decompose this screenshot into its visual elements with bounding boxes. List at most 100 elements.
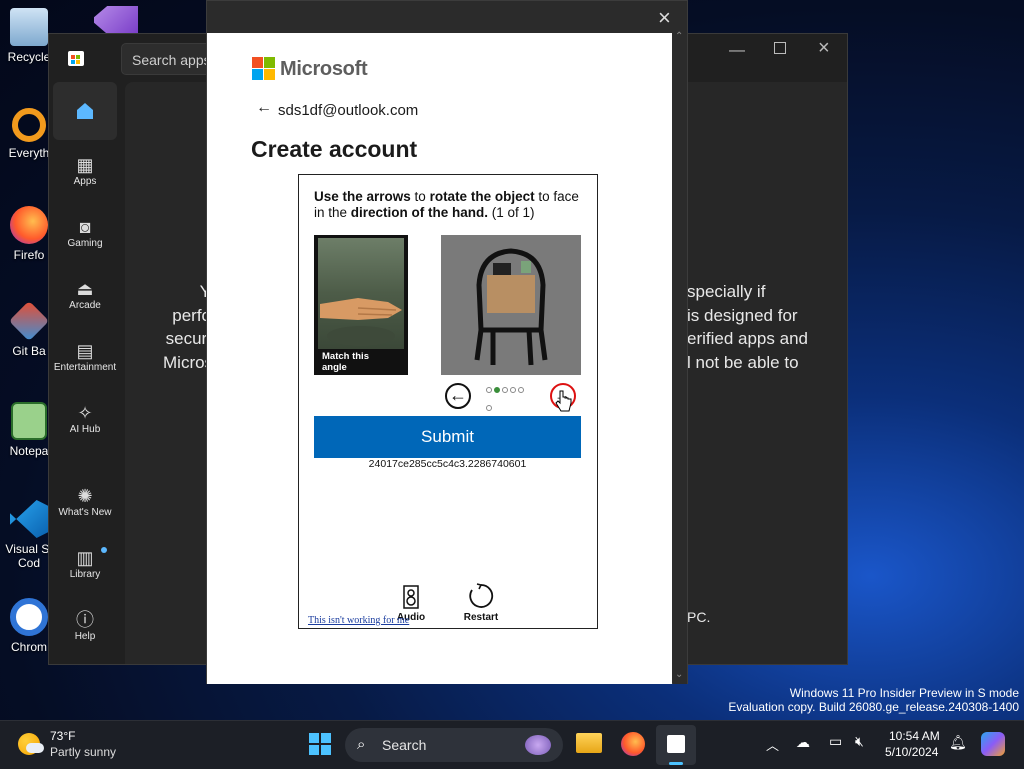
home-icon bbox=[77, 103, 93, 119]
bg-text-pc: PC. bbox=[687, 609, 711, 625]
submit-button[interactable]: Submit bbox=[314, 416, 581, 458]
search-icon: ⌕ bbox=[357, 736, 366, 753]
close-button[interactable]: × bbox=[818, 37, 830, 60]
mouse-cursor-icon bbox=[555, 390, 572, 412]
everything-icon bbox=[12, 108, 46, 142]
restart-icon bbox=[469, 583, 494, 608]
store-app-icon bbox=[68, 51, 84, 66]
store-taskbar-icon bbox=[667, 735, 685, 753]
sidebar-item-label: Help bbox=[74, 631, 96, 642]
visual-studio-icon bbox=[94, 6, 138, 34]
sidebar-item-home[interactable] bbox=[53, 82, 117, 140]
bg-text-left: Y perfo securi Micros bbox=[163, 282, 214, 372]
reference-label: Match this angle bbox=[322, 351, 369, 373]
position-dot bbox=[486, 387, 492, 393]
evaluation-watermark: Windows 11 Pro Insider Preview in S mode… bbox=[728, 686, 1019, 714]
store-taskbar-button[interactable] bbox=[656, 725, 696, 765]
desktop-icon-label: Chrom bbox=[10, 640, 47, 654]
microsoft-logo-icon bbox=[252, 57, 275, 80]
desktop-icon-label: Firefo bbox=[13, 248, 45, 262]
sidebar-item-help[interactable]: ⓘ Help bbox=[53, 609, 117, 642]
sidebar-item-arcade[interactable]: ⏏ Arcade bbox=[53, 278, 117, 311]
session-id: 24017ce285cc5c4c3.2286740601 bbox=[368, 458, 527, 470]
scroll-down-arrow[interactable]: ⌄ bbox=[675, 669, 683, 680]
apps-icon: ▦ bbox=[76, 155, 94, 175]
position-dot bbox=[486, 405, 492, 411]
restart-label: Restart bbox=[463, 612, 499, 623]
rotate-left-button[interactable]: ← bbox=[445, 383, 471, 409]
firefox-desktop-icon bbox=[10, 206, 48, 244]
dialog-close-button[interactable]: × bbox=[658, 5, 671, 31]
rotatable-object-image bbox=[441, 235, 581, 375]
scroll-up-arrow[interactable]: ⌃ bbox=[675, 31, 683, 42]
minimize-button[interactable]: — bbox=[729, 42, 745, 60]
tray-chevron-icon[interactable]: ︿ bbox=[766, 735, 779, 754]
weather-desc: Partly sunny bbox=[50, 745, 117, 759]
position-dot bbox=[510, 387, 516, 393]
search-label: Search bbox=[382, 737, 427, 753]
start-button[interactable] bbox=[309, 733, 331, 755]
dialog-scrollbar[interactable]: ⌃ ⌄ bbox=[673, 31, 687, 684]
desktop-icon-label: Recycle bbox=[7, 50, 51, 64]
notification-bell-icon[interactable]: 🔔︎ bbox=[949, 734, 967, 751]
account-email: sds1df@outlook.com bbox=[278, 102, 419, 119]
desktop-icon-label: Notepa bbox=[9, 444, 49, 458]
position-dot bbox=[502, 387, 508, 393]
sidebar-item-whats-new[interactable]: ✺ What's New bbox=[53, 485, 117, 518]
sidebar-item-label: Apps bbox=[73, 176, 97, 187]
desktop-icon-label: Git Ba bbox=[12, 344, 46, 358]
notepad-icon bbox=[11, 402, 47, 440]
position-dot bbox=[494, 387, 500, 393]
joystick-icon: ⏏ bbox=[76, 279, 94, 299]
sidebar-item-label: Library bbox=[69, 569, 101, 580]
captcha-panel: Use the arrows to rotate the object to f… bbox=[298, 174, 598, 629]
network-icon[interactable]: ▭ bbox=[829, 733, 842, 750]
bg-text-right: specially if is designed for erified app… bbox=[687, 282, 808, 372]
sidebar-item-label: AI Hub bbox=[69, 424, 101, 435]
desktop-icon-vs[interactable] bbox=[94, 6, 140, 34]
chrome-icon bbox=[10, 598, 48, 636]
sidebar-item-gaming[interactable]: ◙ Gaming bbox=[53, 216, 117, 249]
weather-temp: 73°F bbox=[50, 729, 76, 743]
sidebar-item-entertainment[interactable]: ▤ Entertainment bbox=[53, 340, 117, 373]
hand-icon bbox=[320, 298, 402, 346]
sidebar-item-label: What's New bbox=[58, 507, 112, 518]
taskbar-search[interactable]: ⌕ Search bbox=[345, 728, 563, 762]
position-dot bbox=[518, 387, 524, 393]
captcha-instructions: Use the arrows to rotate the object to f… bbox=[314, 189, 579, 220]
speaker-icon bbox=[403, 585, 419, 609]
recycle-bin-icon bbox=[10, 8, 48, 46]
sidebar-item-library[interactable]: ▥ Library bbox=[53, 547, 117, 580]
sidebar-item-apps[interactable]: ▦ Apps bbox=[53, 154, 117, 187]
vscode-icon bbox=[10, 500, 48, 538]
help-icon: ⓘ bbox=[76, 610, 94, 630]
windows-logo-icon bbox=[309, 733, 331, 755]
sidebar-item-ai-hub[interactable]: ✧ AI Hub bbox=[53, 402, 117, 435]
clock-date[interactable]: 5/10/2024 bbox=[885, 745, 938, 759]
back-arrow-icon[interactable]: ← bbox=[256, 99, 272, 117]
copilot-icon[interactable] bbox=[981, 732, 1005, 756]
chair-icon bbox=[474, 248, 548, 366]
sparkle-icon: ✧ bbox=[77, 403, 93, 423]
not-working-link[interactable]: This isn't working for me bbox=[308, 615, 409, 626]
clock-time[interactable]: 10:54 AM bbox=[889, 729, 940, 743]
desktop-icon-label: Visual St Cod bbox=[5, 542, 53, 570]
gamepad-icon: ◙ bbox=[79, 217, 91, 237]
onedrive-icon[interactable]: ☁ bbox=[796, 734, 810, 751]
cloud-icon bbox=[26, 743, 44, 753]
restart-button[interactable]: Restart bbox=[459, 583, 503, 623]
firefox-taskbar-icon[interactable] bbox=[621, 732, 645, 756]
file-explorer-icon[interactable] bbox=[576, 733, 602, 753]
taskbar: 73°F Partly sunny ⌕ Search ︿ ☁ ▭ 🔇︎ 10:5… bbox=[0, 720, 1024, 769]
git-bash-icon bbox=[8, 300, 50, 342]
notification-dot bbox=[101, 547, 107, 553]
sidebar-item-label: Entertainment bbox=[53, 362, 117, 373]
volume-icon[interactable]: 🔇︎ bbox=[855, 733, 864, 750]
store-search-placeholder: Search apps, bbox=[132, 52, 215, 68]
search-highlight-icon bbox=[525, 735, 551, 755]
weather-widget[interactable]: 73°F Partly sunny bbox=[14, 727, 124, 763]
page-title: Create account bbox=[251, 136, 418, 162]
sidebar-item-label: Arcade bbox=[69, 300, 101, 311]
maximize-button[interactable] bbox=[774, 42, 786, 54]
sidebar-item-label: Gaming bbox=[67, 238, 103, 249]
